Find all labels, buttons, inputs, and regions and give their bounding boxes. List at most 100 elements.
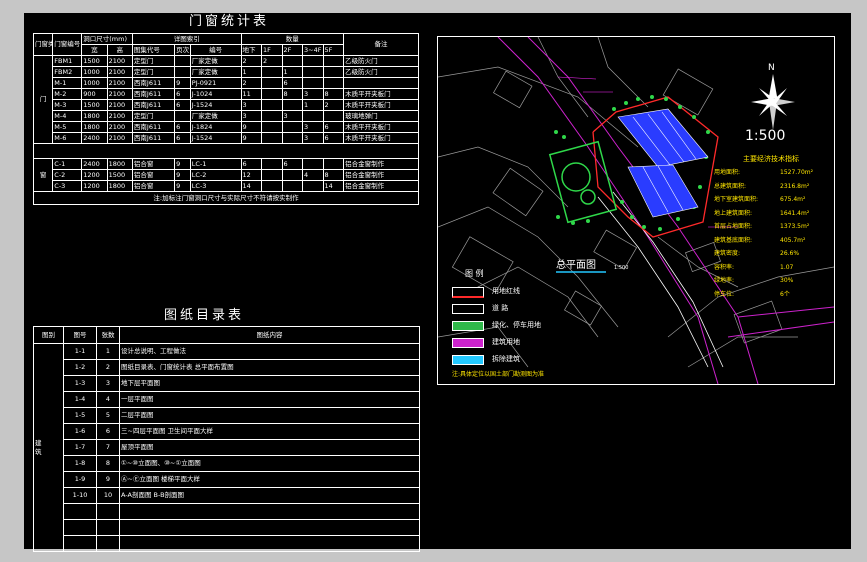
cell-no: 1-10 xyxy=(63,487,97,504)
cell-w: 1800 xyxy=(81,121,108,133)
idx-head-content: 图纸内容 xyxy=(119,326,420,344)
site-plan-title-scale: 1:500 xyxy=(614,265,629,271)
cell-qty: 8 xyxy=(281,88,303,100)
drawing-sheet: 门窗统计表 门窗类型 门窗编号 洞口尺寸(mm) 详图索引 数量 备注 宽 高 … xyxy=(24,13,851,552)
cell-qty: 8 xyxy=(322,88,345,100)
cell-h: 1500 xyxy=(106,169,133,181)
cell-id: 厂家定做 xyxy=(189,66,242,78)
cell-page xyxy=(174,55,191,67)
cell-remark: 铝合金窗制作 xyxy=(343,158,419,170)
legend-swatch xyxy=(452,338,484,348)
cell-id: LC-1 xyxy=(189,158,242,170)
cell-code: 西南J611 xyxy=(131,121,176,133)
stat-value: 2316.8m² xyxy=(780,182,810,190)
cell-qty xyxy=(322,110,345,122)
cell-no: 1-2 xyxy=(63,359,97,376)
cell-empty xyxy=(119,535,420,552)
cell-content: 一层平面图 xyxy=(119,391,420,408)
cell-qty: 2 xyxy=(240,77,262,89)
idx-head-cat: 图别 xyxy=(33,326,64,344)
legend-swatch xyxy=(452,304,484,314)
stat-label: 建筑基底面积: xyxy=(714,236,753,244)
cell-page: 10 xyxy=(96,487,120,504)
cell-qty xyxy=(281,180,303,192)
cell-code: 铝合窗 xyxy=(131,169,176,181)
table-row: 窗 C-1 2400 1800 铝合窗 9 LC-1 6 6 铝合金窗制作 xyxy=(32,158,419,192)
cell-id: J-1524 xyxy=(189,99,242,111)
cell-qty xyxy=(302,180,324,192)
cell-id: LC-2 xyxy=(189,169,242,181)
cell-page: 1 xyxy=(96,343,120,360)
cell-code: 定型门 xyxy=(131,55,176,67)
cell-page: 7 xyxy=(96,439,120,456)
stat-value: 30% xyxy=(780,277,794,284)
cell-h: 2100 xyxy=(106,121,133,133)
cell-id: 厂家定做 xyxy=(189,55,242,67)
cell-h: 1800 xyxy=(106,158,133,170)
cell-code: 铝合窗 xyxy=(131,180,176,192)
cell-w: 1000 xyxy=(81,66,108,78)
door-table-title: 门窗统计表 xyxy=(189,14,270,29)
table-row: 建筑1-11设计总说明、工程做法 xyxy=(33,343,420,552)
cell-qty: 12 xyxy=(240,169,262,181)
legend-title: 图 例 xyxy=(465,269,484,278)
cell-empty xyxy=(96,519,120,536)
door-window-table: 门窗类型 门窗编号 洞口尺寸(mm) 详图索引 数量 备注 宽 高 图集代号 页… xyxy=(32,33,419,205)
cell-qty: 9 xyxy=(240,132,262,144)
cell-id: J-1824 xyxy=(189,121,242,133)
cell-qty xyxy=(302,110,324,122)
cell-no: M-6 xyxy=(52,132,83,144)
cell-h: 2100 xyxy=(106,66,133,78)
legend-swatch xyxy=(452,321,484,331)
cell-content: 地下层平面图 xyxy=(119,375,420,392)
cell-w: 1800 xyxy=(81,110,108,122)
cell-no: 1-8 xyxy=(63,455,97,472)
cell-h: 2100 xyxy=(106,132,133,144)
table-row: 1-3 3 地下层平面图 xyxy=(34,375,420,392)
head-no: 门窗编号 xyxy=(52,33,83,56)
cell-w: 2400 xyxy=(81,132,108,144)
cell-content: 设计总说明、工程做法 xyxy=(119,343,420,360)
cell-remark: 木质平开夹板门 xyxy=(343,88,419,100)
legend-label: 用地红线 xyxy=(492,287,520,295)
cell-qty: 6 xyxy=(281,158,303,170)
cell-qty: 2 xyxy=(261,55,283,67)
cell-qty: 2 xyxy=(322,99,345,111)
cell-w: 1200 xyxy=(81,169,108,181)
site-plan-note: 注:具体定位以国土部门勘测图为准 xyxy=(452,371,545,378)
cell-no: M-2 xyxy=(52,88,83,100)
cell-qty: 14 xyxy=(322,180,345,192)
table-row: 1-7 7 屋顶平面图 xyxy=(34,439,420,456)
cell-remark: 木质平开夹板门 xyxy=(343,99,419,111)
window-rows: 窗 C-1 2400 1800 铝合窗 9 LC-1 6 6 铝合金窗制作 C-2 1200 1500 铝… xyxy=(32,158,419,192)
cell-content: Ⓐ~Ⓔ立面图 楼梯平面大样 xyxy=(119,471,420,488)
cell-no: 1-6 xyxy=(63,423,97,440)
head-w: 宽 xyxy=(81,44,108,56)
cell-qty: 8 xyxy=(322,169,345,181)
cell-h: 2100 xyxy=(106,99,133,111)
head-floor: 地下 xyxy=(240,44,262,56)
cell-content: 三~四层平面图 卫生间平面大样 xyxy=(119,423,420,440)
cell-qty xyxy=(322,55,345,67)
table-row-empty xyxy=(34,519,420,536)
cell-qty: 3 xyxy=(302,132,324,144)
cell-qty xyxy=(302,66,324,78)
table-row: 1-10 10 A-A剖面图 B-B剖面图 xyxy=(34,487,420,504)
cell-w: 900 xyxy=(81,88,108,100)
stat-label: 建筑密度: xyxy=(714,250,741,257)
legend-label: 拆除建筑 xyxy=(492,355,520,363)
cell-code: 铝合窗 xyxy=(131,158,176,170)
cell-page: 6 xyxy=(96,423,120,440)
cell-empty xyxy=(119,519,420,536)
cell-no: 1-4 xyxy=(63,391,97,408)
table-row: 1-5 5 二层平面图 xyxy=(34,407,420,424)
cell-no: FBM2 xyxy=(52,66,83,78)
head-floor: 3~4F xyxy=(302,44,324,56)
cell-content: 二层平面图 xyxy=(119,407,420,424)
cell-remark: 铝合金窗制作 xyxy=(343,180,419,192)
head-id: 编号 xyxy=(189,44,242,56)
cell-page xyxy=(174,110,191,122)
cell-content: 屋顶平面图 xyxy=(119,439,420,456)
cell-qty: 1 xyxy=(302,99,324,111)
cell-qty: 14 xyxy=(240,180,262,192)
